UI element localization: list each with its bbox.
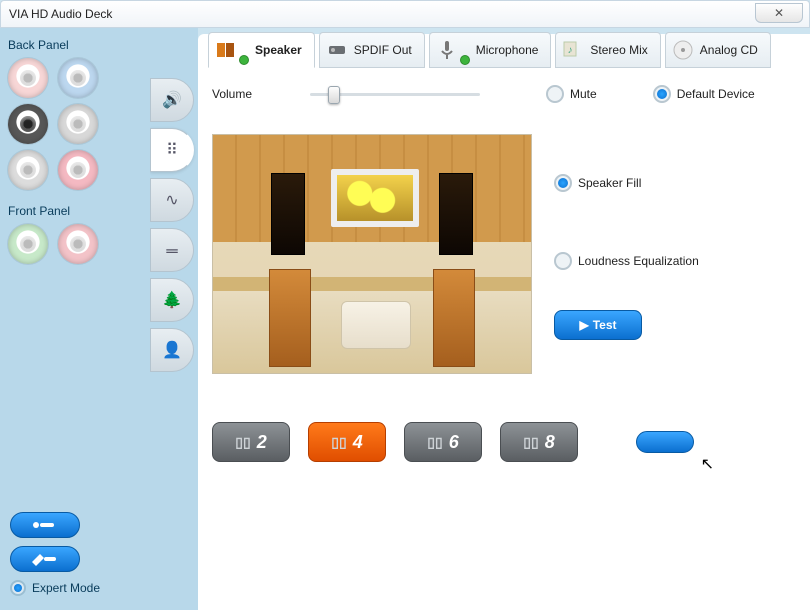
stereomix-icon: ♪ [562, 39, 584, 61]
tools-button-1[interactable] [10, 512, 80, 538]
sidetab-volume[interactable]: 🔊 [150, 78, 194, 122]
default-device-toggle[interactable]: Default Device [653, 85, 755, 103]
speaker-fill-toggle[interactable]: Speaker Fill [554, 174, 699, 192]
room-preview [212, 134, 532, 374]
advanced-config-button[interactable] [636, 431, 694, 453]
tab-bar: Speaker SPDIF Out Microphone ♪ Stereo Mix Ana… [208, 32, 796, 70]
mute-label: Mute [570, 87, 597, 101]
env-icon: 🌲 [162, 290, 182, 310]
back-port-1[interactable] [58, 58, 98, 98]
analogcd-icon [672, 39, 694, 61]
back-port-3[interactable] [58, 104, 98, 144]
mute-toggle[interactable]: Mute [546, 85, 597, 103]
config-value: 6 [449, 432, 459, 453]
config-value: 8 [545, 432, 555, 453]
config-value: 4 [353, 432, 363, 453]
speaker-icon [215, 39, 237, 61]
speakers-icon: ▯▯ [235, 434, 250, 451]
speakers-icon: ▯▯ [331, 434, 346, 451]
tab-label: Microphone [476, 43, 539, 57]
back-panel-label: Back Panel [8, 38, 142, 52]
loudness-eq-radio [554, 252, 572, 270]
main-panel: Speaker SPDIF Out Microphone ♪ Stereo Mix Ana… [198, 34, 810, 610]
volume-slider[interactable] [310, 84, 480, 104]
expert-mode-radio [10, 580, 26, 596]
tab-speaker[interactable]: Speaker [208, 32, 315, 68]
speakers-icon: ▯▯ [427, 434, 442, 451]
back-port-4[interactable] [8, 150, 48, 190]
check-icon [239, 55, 249, 65]
default-device-label: Default Device [677, 87, 755, 101]
speaker-config-row: ▯▯ 2 ▯▯ 4 ▯▯ 6 ▯▯ 8 [212, 422, 796, 462]
tone-icon: ∿ [165, 190, 178, 210]
svg-text:♪: ♪ [568, 45, 573, 56]
sidetab-eq[interactable]: 𝍡 [150, 228, 194, 272]
play-icon: ▶ [579, 318, 588, 332]
sidetab-channels[interactable]: ⠿ [150, 128, 194, 172]
speaker-front-right-icon [433, 269, 475, 367]
room-icon: 👤 [162, 340, 182, 360]
tab-label: Analog CD [700, 43, 758, 57]
speaker-fill-radio [554, 174, 572, 192]
volume-icon: 🔊 [162, 90, 182, 110]
back-port-2[interactable] [8, 104, 48, 144]
title-bar: VIA HD Audio Deck ✕ [0, 0, 810, 28]
sidetab-room[interactable]: 👤 [150, 328, 194, 372]
tv-icon [331, 169, 419, 227]
speaker-front-left-icon [269, 269, 311, 367]
front-panel-label: Front Panel [8, 204, 142, 218]
front-port-1[interactable] [58, 224, 98, 264]
volume-label: Volume [212, 87, 292, 101]
tab-label: Stereo Mix [590, 43, 647, 57]
channels-icon: ⠿ [166, 140, 178, 160]
slider-thumb[interactable] [328, 86, 340, 104]
test-label: Test [593, 318, 617, 332]
tab-analogcd[interactable]: Analog CD [665, 32, 771, 68]
loudness-eq-label: Loudness Equalization [578, 254, 699, 268]
sidetab-tone[interactable]: ∿ [150, 178, 194, 222]
tab-spdif[interactable]: SPDIF Out [319, 32, 425, 68]
tab-label: SPDIF Out [354, 43, 412, 57]
window-title: VIA HD Audio Deck [9, 7, 112, 21]
mute-radio [546, 85, 564, 103]
mic-icon [436, 39, 458, 61]
close-button[interactable]: ✕ [755, 3, 803, 23]
eq-icon: 𝍡 [165, 237, 178, 264]
expert-mode-label: Expert Mode [32, 581, 100, 595]
spdif-icon [326, 39, 348, 61]
close-icon: ✕ [774, 6, 784, 20]
connector-icon [30, 518, 60, 532]
speaker-rear-right-icon [439, 173, 473, 255]
speaker-config-2[interactable]: ▯▯ 2 [212, 422, 290, 462]
sidetab-env[interactable]: 🌲 [150, 278, 194, 322]
speakers-icon: ▯▯ [523, 434, 538, 451]
expert-mode-toggle[interactable]: Expert Mode [10, 580, 100, 596]
default-device-radio [653, 85, 671, 103]
speaker-rear-left-icon [271, 173, 305, 255]
sofa-icon [341, 301, 411, 349]
left-panel: Back Panel Front Panel Expert Mode [0, 28, 150, 610]
speaker-config-4[interactable]: ▯▯ 4 [308, 422, 386, 462]
loudness-eq-toggle[interactable]: Loudness Equalization [554, 252, 699, 270]
speaker-config-8[interactable]: ▯▯ 8 [500, 422, 578, 462]
tab-label: Speaker [255, 43, 302, 57]
test-button[interactable]: ▶ Test [554, 310, 642, 340]
check-icon [460, 55, 470, 65]
front-port-0[interactable] [8, 224, 48, 264]
speaker-config-6[interactable]: ▯▯ 6 [404, 422, 482, 462]
back-port-5[interactable] [58, 150, 98, 190]
tools-button-2[interactable] [10, 546, 80, 572]
speaker-fill-label: Speaker Fill [578, 176, 641, 190]
pen-icon [30, 552, 60, 566]
config-value: 2 [257, 432, 267, 453]
tab-mic[interactable]: Microphone [429, 32, 552, 68]
back-port-0[interactable] [8, 58, 48, 98]
tab-stereomix[interactable]: ♪ Stereo Mix [555, 32, 660, 68]
side-tab-strip: 🔊 ⠿ ∿ 𝍡 🌲 👤 [150, 28, 198, 610]
